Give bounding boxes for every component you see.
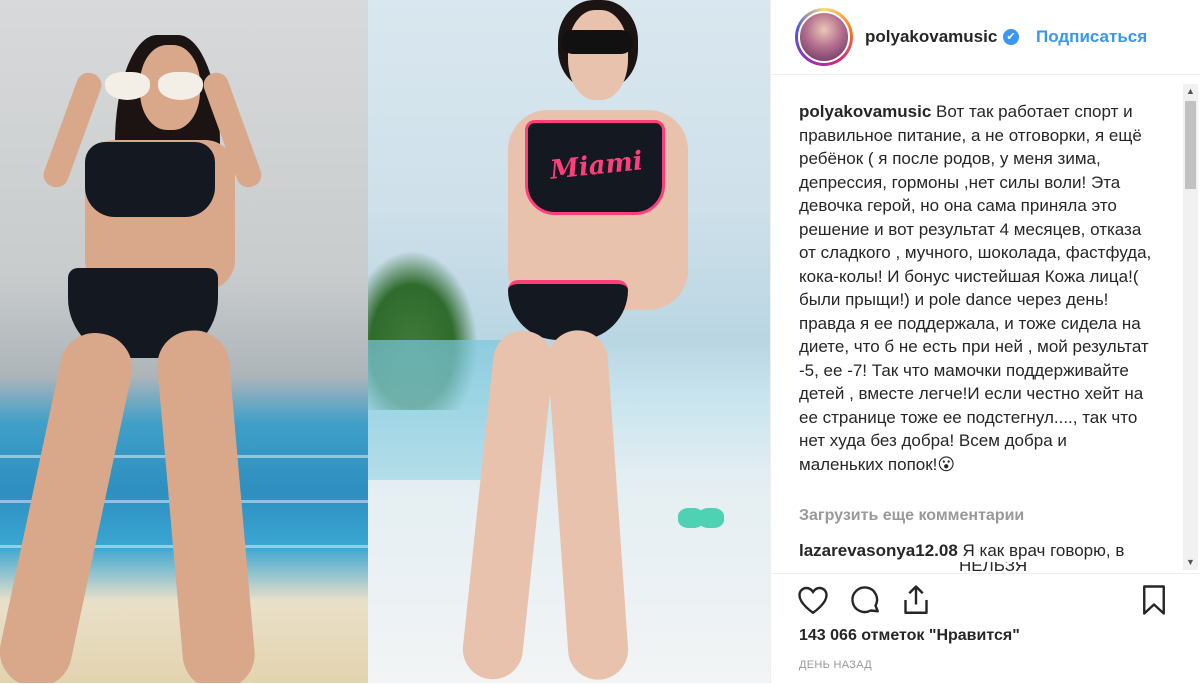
comment-text: Я как врач говорю, в — [962, 541, 1125, 560]
comment-row: lazarevasonya12.08 Я как врач говорю, в — [799, 539, 1159, 562]
comment-text-cut: НЕЛЬЗЯ — [959, 562, 1028, 572]
left-leg — [0, 326, 139, 683]
bookmark-icon — [1143, 585, 1165, 615]
post-timestamp[interactable]: ДЕНЬ НАЗАД — [799, 659, 872, 671]
action-bar: 143 066 отметок "Нравится" ДЕНЬ НАЗАД — [771, 573, 1200, 684]
verified-icon: ✔ — [1003, 29, 1019, 45]
scroll-thumb[interactable] — [1185, 101, 1196, 189]
comment-text-cutoff: НЕЛЬЗЯ — [799, 562, 1159, 572]
sandal — [698, 508, 724, 528]
face — [568, 10, 628, 100]
sunglasses-left-lens — [105, 72, 150, 100]
comment-icon — [851, 586, 879, 614]
load-more-comments-button[interactable]: Загрузить еще комментарии — [799, 507, 1024, 525]
post-sidebar: polyakovamusic ✔ Подписаться polyakovamu… — [770, 0, 1200, 683]
avatar[interactable] — [795, 8, 853, 66]
likes-count[interactable]: 143 066 отметок "Нравится" — [799, 627, 1020, 645]
caption: polyakovamusic Вот так работает спорт и … — [799, 100, 1154, 476]
post-header: polyakovamusic ✔ Подписаться — [771, 0, 1200, 75]
bikini-top: Miami — [525, 120, 665, 215]
right-leg — [154, 327, 258, 683]
header-username[interactable]: polyakovamusic — [865, 27, 997, 47]
share-button[interactable] — [898, 582, 934, 618]
bikini-text: Miami — [548, 146, 645, 186]
comment-username[interactable]: lazarevasonya12.08 — [799, 541, 958, 560]
comments-scrollbar[interactable]: ▲ ▼ — [1183, 84, 1198, 570]
scroll-down-arrow-icon[interactable]: ▼ — [1183, 555, 1198, 570]
comment-button[interactable] — [847, 582, 883, 618]
right-leg — [545, 328, 631, 682]
photo-right-pool: Miami — [368, 0, 770, 683]
sunglasses-right-lens — [158, 72, 203, 100]
sunglasses — [561, 30, 633, 54]
post-photo[interactable]: Miami — [0, 0, 770, 683]
like-button[interactable] — [795, 582, 831, 618]
scroll-up-arrow-icon[interactable]: ▲ — [1183, 84, 1198, 99]
heart-icon — [798, 586, 828, 615]
follow-button[interactable]: Подписаться — [1036, 27, 1147, 47]
caption-text: Вот так работает спорт и правильное пита… — [799, 102, 1152, 474]
share-icon — [904, 585, 928, 614]
comments-area[interactable]: polyakovamusic Вот так работает спорт и … — [771, 75, 1181, 573]
photo-left-beach — [0, 0, 368, 683]
save-button[interactable] — [1136, 582, 1172, 618]
caption-username[interactable]: polyakovamusic — [799, 102, 931, 121]
bikini-top — [85, 142, 215, 217]
avatar-image — [798, 11, 850, 63]
